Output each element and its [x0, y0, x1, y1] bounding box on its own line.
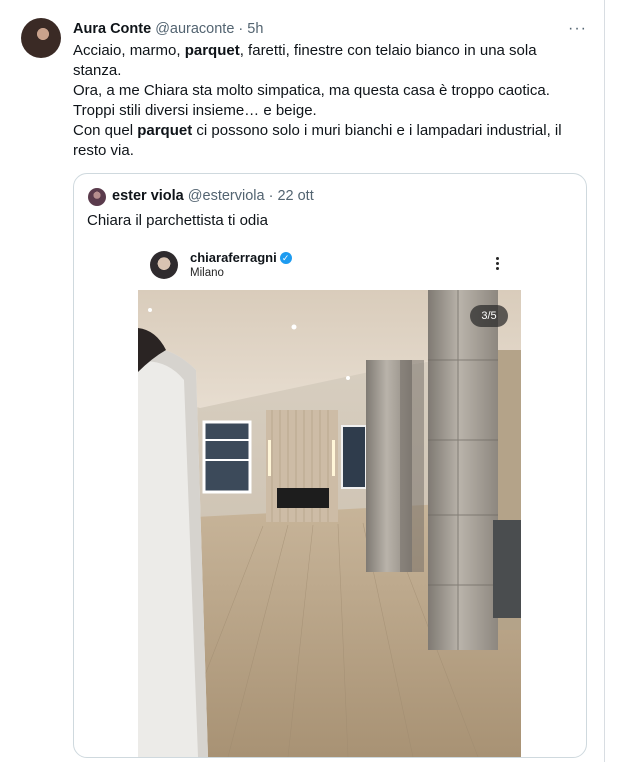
verified-icon: ✓ [279, 252, 292, 264]
avatar[interactable] [21, 18, 61, 58]
separator: · [234, 21, 248, 37]
highlight-word: parquet [184, 42, 240, 59]
room-photo [138, 290, 521, 757]
display-name[interactable]: Aura Conte [73, 21, 151, 37]
instagram-header: chiaraferragni ✓ Milano [138, 246, 521, 290]
handle[interactable]: @auraconte [155, 21, 234, 37]
instagram-screenshot[interactable]: chiaraferragni ✓ Milano 3/5 [138, 246, 521, 757]
tweet-header: Aura Conte @auraconte · 5h [73, 20, 263, 38]
highlight-word: parquet [137, 122, 193, 139]
text-run: Con quel [73, 122, 138, 139]
quoted-tweet[interactable]: ester viola @esterviola · 22 ott Chiara … [73, 173, 587, 758]
more-icon[interactable]: ··· [568, 20, 587, 38]
quote-header: ester viola @esterviola · 22 ott [112, 187, 314, 205]
ig-more-icon [494, 255, 500, 275]
tweet-card[interactable]: Aura Conte @auraconte · 5h ··· Acciaio, … [0, 0, 605, 762]
username-text: chiaraferragni [190, 250, 277, 265]
tweet-line: Con quel parquet ci possono solo i muri … [73, 121, 583, 161]
instagram-avatar [150, 251, 178, 279]
tweet-line: Troppi stili diversi insieme… e beige. [73, 102, 317, 119]
separator: · [264, 188, 278, 204]
quote-display-name[interactable]: ester viola [112, 188, 184, 204]
instagram-location: Milano [190, 267, 224, 279]
timestamp[interactable]: 5h [247, 21, 263, 37]
quote-text: Chiara il parchettista ti odia [87, 212, 268, 229]
tweet-text: Acciaio, marmo, parquet, faretti, finest… [73, 41, 583, 161]
instagram-username: chiaraferragni ✓ [190, 250, 292, 265]
quote-avatar[interactable] [88, 188, 106, 206]
tweet-line: Ora, a me Chiara sta molto simpatica, ma… [73, 82, 550, 99]
quote-handle[interactable]: @esterviola [188, 188, 265, 204]
photo-counter: 3/5 [470, 305, 508, 327]
text-run: Acciaio, marmo, [73, 42, 185, 59]
tweet-line: Acciaio, marmo, parquet, faretti, finest… [73, 41, 583, 81]
quote-date[interactable]: 22 ott [277, 188, 313, 204]
